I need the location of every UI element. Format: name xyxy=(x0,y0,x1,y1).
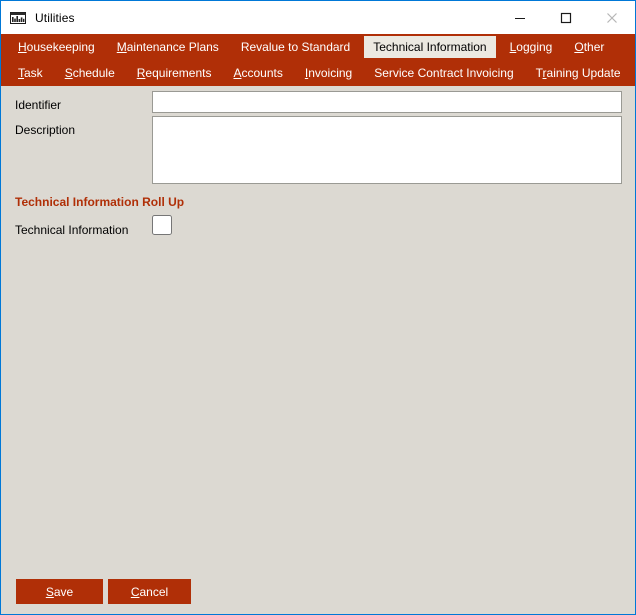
close-icon[interactable] xyxy=(589,1,635,34)
tab-schedule[interactable]: Schedule xyxy=(57,63,123,83)
cancel-button[interactable]: Cancel xyxy=(108,579,191,604)
tab-service-contract-invoicing[interactable]: Service Contract Invoicing xyxy=(366,63,521,83)
tab-housekeeping[interactable]: Housekeeping xyxy=(10,37,103,57)
tab-invoicing[interactable]: Invoicing xyxy=(297,63,360,83)
app-chart-icon xyxy=(10,10,26,26)
tab-other[interactable]: Other xyxy=(566,37,612,57)
window-title: Utilities xyxy=(35,11,497,25)
tab-technical-information[interactable]: Technical Information xyxy=(364,36,495,58)
description-label: Description xyxy=(15,123,75,137)
tab-task[interactable]: Task xyxy=(10,63,51,83)
description-input[interactable] xyxy=(152,116,622,184)
utilities-window: Utilities Housekeeping xyxy=(0,0,636,615)
identifier-input[interactable] xyxy=(152,91,622,113)
tab-maintenance-plans[interactable]: Maintenance Plans xyxy=(109,37,227,57)
tab-ribbon: Housekeeping Maintenance Plans Revalue t… xyxy=(1,34,635,86)
title-bar: Utilities xyxy=(1,1,635,34)
identifier-label: Identifier xyxy=(15,98,61,112)
tab-row-secondary: Task Schedule Requirements Accounts Invo… xyxy=(1,60,635,86)
rollup-section-heading: Technical Information Roll Up xyxy=(15,195,184,209)
tab-row-primary: Housekeeping Maintenance Plans Revalue t… xyxy=(1,34,635,60)
maximize-icon[interactable] xyxy=(543,1,589,34)
tab-accounts[interactable]: Accounts xyxy=(225,63,290,83)
technical-information-checkbox[interactable] xyxy=(152,215,172,235)
tab-requirements[interactable]: Requirements xyxy=(129,63,220,83)
footer-bar: Save Cancel xyxy=(1,568,635,614)
tab-logging[interactable]: Logging xyxy=(502,37,561,57)
rollup-checkbox-label: Technical Information xyxy=(15,223,128,237)
tab-revalue-to-standard[interactable]: Revalue to Standard xyxy=(233,37,358,57)
form-body: Identifier Description Technical Informa… xyxy=(1,86,635,614)
minimize-icon[interactable] xyxy=(497,1,543,34)
window-controls xyxy=(497,1,635,34)
tab-training-update[interactable]: Training Update xyxy=(528,63,629,83)
save-button[interactable]: Save xyxy=(16,579,103,604)
